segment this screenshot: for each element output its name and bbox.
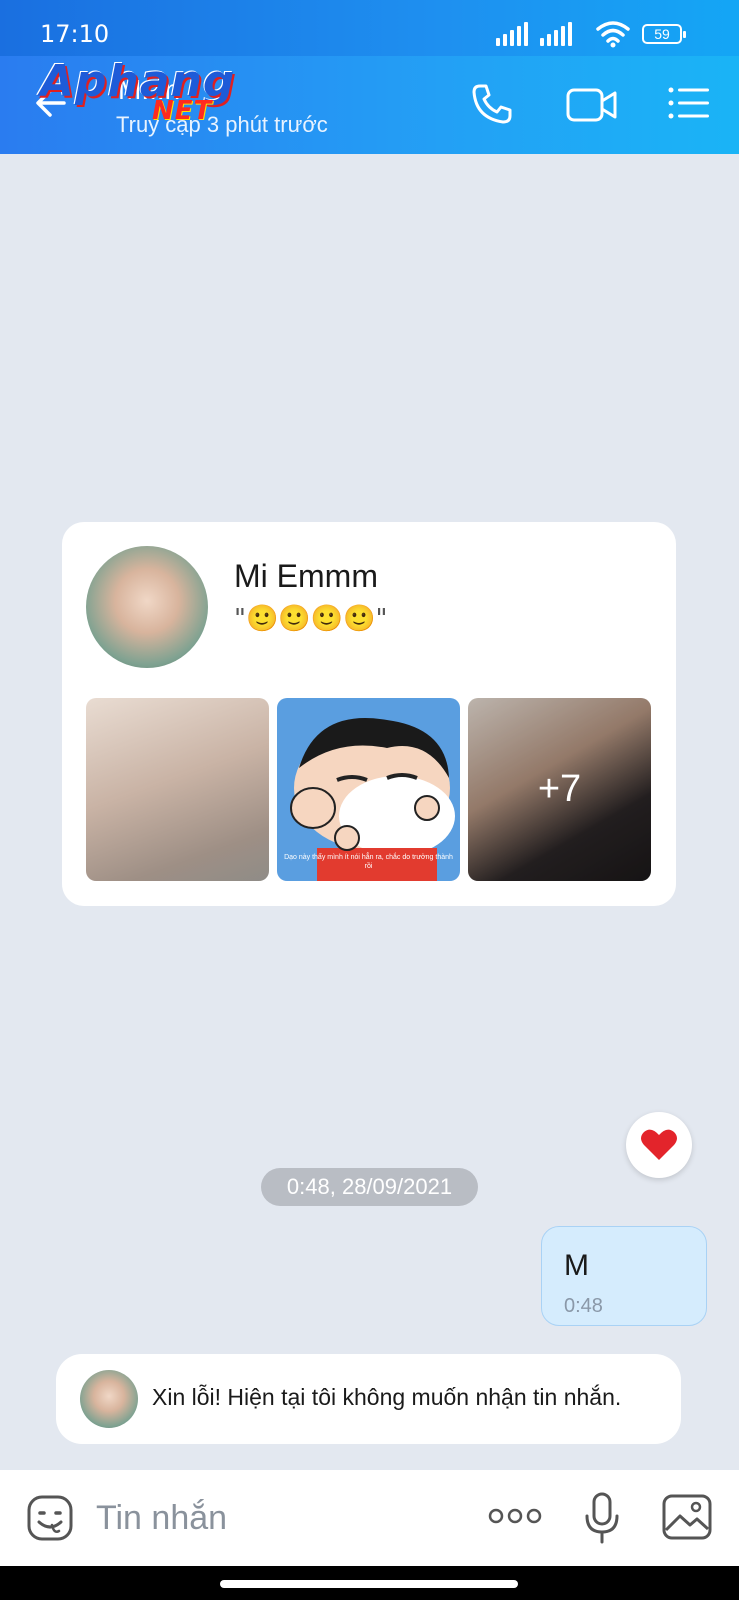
signal-icon-2 [540,22,572,46]
profile-photo-3[interactable]: +7 [468,698,651,881]
cartoon-caption: Dạo này thấy mình ít nói hẳn ra, chắc do… [284,854,453,870]
heart-icon [641,1129,677,1160]
message-time: 0:48 [564,1295,603,1317]
profile-name: Mi Emmm [234,558,378,594]
battery-indicator: 59 [642,24,686,44]
profile-status: "🙂🙂🙂🙂" [234,604,388,634]
more-photos-count[interactable]: +7 [468,698,651,881]
timestamp-divider: 0:48, 28/09/2021 [261,1168,478,1206]
menu-icon[interactable] [668,86,710,120]
home-indicator[interactable] [220,1580,518,1588]
signal-icon [496,22,528,46]
message-text: M [564,1249,589,1282]
message-input-bar [0,1470,739,1566]
profile-avatar[interactable] [86,546,208,668]
gallery-icon[interactable] [662,1494,712,1540]
system-nav-bar [0,1566,739,1600]
profile-photos: Dạo này thấy mình ít nói hẳn ra, chắc do… [86,698,651,881]
auto-reply-text: Xin lỗi! Hiện tại tôi không muốn nhận ti… [152,1384,622,1410]
chat-header: M...n Truy cập 3 phút trước Aphang NET [0,56,739,154]
outgoing-message[interactable]: M 0:48 [541,1226,707,1326]
profile-photo-1[interactable] [86,698,269,881]
microphone-icon[interactable] [584,1492,620,1544]
status-time: 17:10 [40,20,110,48]
profile-photo-2[interactable]: Dạo này thấy mình ít nói hẳn ra, chắc do… [277,698,460,881]
sticker-icon[interactable] [26,1494,74,1542]
auto-reply-notice: Xin lỗi! Hiện tại tôi không muốn nhận ti… [56,1354,681,1444]
profile-card[interactable]: Mi Emmm "🙂🙂🙂🙂" Dạo này thấy mình ít nói … [62,522,676,906]
heart-reaction[interactable] [626,1112,692,1178]
wifi-icon [596,21,630,48]
status-bar: 17:10 59 [0,0,739,56]
watermark-logo: Aphang NET [40,60,235,125]
phone-icon[interactable] [470,82,514,126]
more-options-icon[interactable] [488,1508,542,1524]
video-call-icon[interactable] [566,86,618,124]
sender-avatar[interactable] [80,1370,138,1428]
message-input[interactable] [94,1492,458,1544]
